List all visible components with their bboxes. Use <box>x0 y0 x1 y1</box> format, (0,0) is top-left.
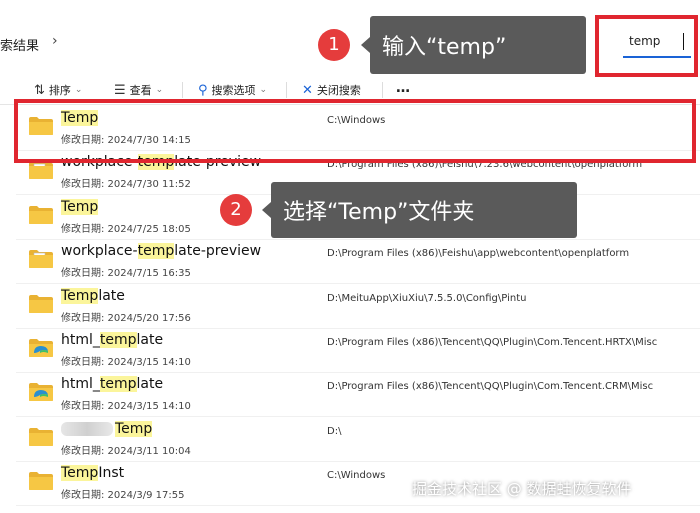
search-options-button[interactable]: ⚲ 搜索选项 ⌄ <box>198 82 267 98</box>
table-row[interactable]: Template 修改日期: 2024/5/20 17:56 D:\MeituApp… <box>16 284 700 329</box>
result-name: Template <box>61 287 125 304</box>
view-icon: ☰ <box>114 82 126 98</box>
more-options-icon[interactable]: … <box>396 80 411 96</box>
result-name-match: Temp <box>115 420 153 437</box>
folder-icon <box>28 205 54 225</box>
result-modified-date: 修改日期: 2024/3/9 17:55 <box>61 490 185 502</box>
result-modified-date: 修改日期: 2024/3/11 10:04 <box>61 445 191 457</box>
result-name: Temp <box>61 420 153 437</box>
breadcrumb-chevron-icon[interactable]: › <box>52 33 58 49</box>
table-row[interactable]: html_template 修改日期: 2024/3/15 14:10 D:\Pro… <box>16 372 700 418</box>
result-name-match: Temp <box>61 110 99 126</box>
table-row[interactable]: Temp 修改日期: 2024/3/11 10:04 D:\ <box>16 417 700 462</box>
result-name-suffix: late <box>98 287 125 304</box>
sort-icon: ⇅ <box>34 82 45 98</box>
search-options-icon: ⚲ <box>198 82 208 98</box>
result-name-match: temp <box>137 154 175 171</box>
folder-icon <box>28 294 54 314</box>
view-label: 查看 <box>129 84 152 97</box>
result-name-match: Temp <box>61 198 99 215</box>
result-name-match: temp <box>99 332 137 348</box>
result-path: D:\Program Files (x86)\Tencent\QQ\Plugin… <box>327 337 658 348</box>
result-modified-date: 修改日期: 2024/5/20 17:56 <box>61 312 191 324</box>
result-modified-date: 修改日期: 2024/3/15 14:10 <box>61 357 191 368</box>
result-path: D:\MeituApp\XiuXiu\7.5.5.0\Config\Pintu <box>327 292 527 304</box>
text-caret <box>683 33 684 50</box>
result-name-match: Temp <box>61 287 99 304</box>
breadcrumb[interactable]: 索结果 <box>0 35 39 54</box>
step2-callout-text: 选择“Temp”文件夹 <box>283 200 475 225</box>
close-search-button[interactable]: ✕ 关闭搜索 <box>302 82 361 98</box>
folder-icon <box>28 471 54 491</box>
result-name: TempInst <box>61 465 125 482</box>
edge-folder-icon <box>28 338 54 358</box>
result-name-prefix: workplace- <box>61 154 138 171</box>
file-folder-icon <box>28 160 54 180</box>
result-name-suffix: Inst <box>98 465 125 482</box>
result-path: C:\Windows <box>327 470 386 482</box>
result-modified-date: 修改日期: 2024/7/30 11:52 <box>61 179 191 191</box>
result-modified-date: 修改日期: 2024/7/30 14:15 <box>61 135 191 146</box>
result-name-suffix: late <box>136 376 164 393</box>
sort-label: 排序 <box>48 84 71 97</box>
chevron-down-icon: ⌄ <box>259 85 268 95</box>
step1-callout-arrow <box>361 37 370 53</box>
toolbar-divider <box>182 82 183 98</box>
result-path: D:\ <box>327 425 342 437</box>
result-modified-date: 修改日期: 2024/3/15 14:10 <box>61 401 191 413</box>
step2-callout-arrow <box>262 202 271 218</box>
toolbar: ⇅ 排序 ⌄ ☰ 查看 ⌄ ⚲ 搜索选项 ⌄ ✕ 关闭搜索 <box>0 76 700 105</box>
result-name-match: temp <box>137 243 175 260</box>
step1-callout: 输入“temp” <box>370 16 586 74</box>
step2-callout: 选择“Temp”文件夹 <box>271 182 577 238</box>
redacted-text <box>61 421 113 436</box>
result-name: html_template <box>61 376 164 393</box>
result-name-prefix: html_ <box>61 332 100 348</box>
result-name-suffix: late-preview <box>174 243 262 260</box>
result-name: html_template <box>61 332 163 348</box>
folder-icon <box>28 116 54 136</box>
close-icon: ✕ <box>302 82 313 98</box>
file-folder-icon <box>28 249 54 269</box>
chevron-down-icon: ⌄ <box>74 85 83 95</box>
result-path: D:\Program Files (x86)\Feishu\7.23.6\web… <box>327 159 643 171</box>
result-name: Temp <box>61 110 99 126</box>
result-name-suffix: late <box>136 332 164 348</box>
result-modified-date: 修改日期: 2024/7/15 16:35 <box>61 268 191 280</box>
step1-callout-text: 输入“temp” <box>382 35 507 60</box>
result-name-prefix: workplace- <box>61 243 138 260</box>
chevron-down-icon: ⌄ <box>155 85 164 95</box>
view-button[interactable]: ☰ 查看 ⌄ <box>114 82 163 98</box>
result-path: D:\Program Files (x86)\Feishu\app\webcon… <box>327 248 630 260</box>
edge-folder-icon <box>28 382 54 402</box>
result-name: workplace-template-preview <box>61 154 262 171</box>
step1-badge: 1 <box>318 29 350 61</box>
step2-badge: 2 <box>220 194 252 226</box>
search-options-label: 搜索选项 <box>211 84 256 97</box>
result-name-match: temp <box>99 376 137 393</box>
table-row[interactable]: Temp 修改日期: 2024/7/30 14:15 C:\Windows <box>16 106 700 151</box>
result-name-match: Temp <box>61 465 99 482</box>
sort-button[interactable]: ⇅ 排序 ⌄ <box>34 82 82 98</box>
table-row[interactable]: workplace-template-preview 修改日期: 2024/7/1… <box>16 239 700 285</box>
toolbar-divider <box>382 82 383 98</box>
result-modified-date: 修改日期: 2024/7/25 18:05 <box>61 223 191 235</box>
folder-icon <box>28 427 54 447</box>
result-name-suffix: late-preview <box>174 154 262 171</box>
result-name: workplace-template-preview <box>61 243 262 260</box>
search-box[interactable] <box>623 30 691 58</box>
result-path: D:\Program Files (x86)\Tencent\QQ\Plugin… <box>327 381 654 393</box>
table-row[interactable]: html_template 修改日期: 2024/3/15 14:10 D:\Pro… <box>16 328 700 373</box>
result-name-prefix: html_ <box>61 376 100 393</box>
watermark: 掘金技术社区 @ 数据蛙恢复软件 <box>412 480 632 498</box>
search-input[interactable] <box>629 34 687 48</box>
close-search-label: 关闭搜索 <box>316 84 361 97</box>
result-name: Temp <box>61 198 99 215</box>
address-bar: 索结果 › <box>0 0 700 76</box>
toolbar-divider <box>286 82 287 98</box>
result-path: C:\Windows <box>327 115 386 126</box>
